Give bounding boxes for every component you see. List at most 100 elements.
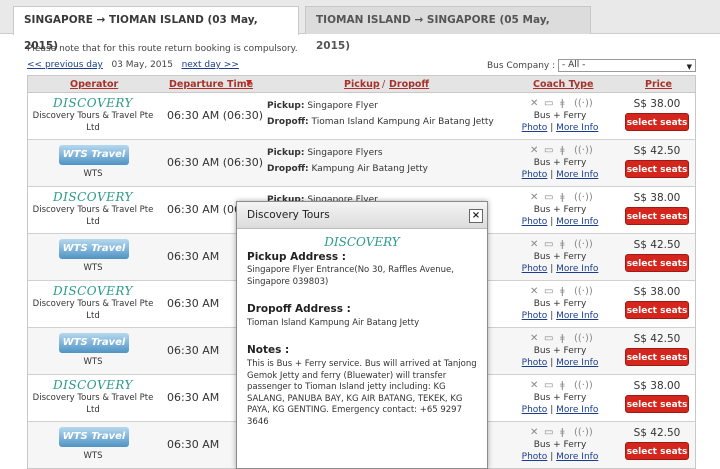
more-info-link[interactable]: More Info (556, 358, 598, 368)
more-info-link[interactable]: More Info (556, 311, 598, 321)
amenity-icons: ✕ ▭ ǂ ((·)) (530, 427, 596, 439)
header-operator[interactable]: Operator (70, 79, 118, 90)
wifi-icon: ((·)) (574, 333, 593, 344)
select-seats-button[interactable]: select seats (625, 442, 689, 460)
header-departure[interactable]: Departure Time (169, 79, 253, 90)
header-coach-type[interactable]: Coach Type (533, 79, 593, 90)
tv-icon: ▭ (544, 380, 554, 391)
operator-name: Discovery Tours & Travel Pte Ltd (32, 205, 154, 227)
price: S$ 42.50 (633, 333, 681, 345)
photo-link[interactable]: Photo (522, 405, 548, 415)
select-seats-button[interactable]: select seats (625, 348, 689, 366)
next-day-link[interactable]: next day >> (182, 60, 239, 70)
tab-outbound[interactable]: SINGAPORE → TIOMAN ISLAND (03 May, 2015) (13, 6, 299, 52)
close-icon[interactable]: × (469, 209, 483, 223)
select-seats-button[interactable]: select seats (625, 395, 689, 413)
photo-link[interactable]: Photo (522, 358, 548, 368)
tv-icon: ▭ (544, 192, 554, 203)
select-seats-button[interactable]: select seats (625, 207, 689, 225)
coach-links: Photo | More Info (518, 217, 602, 227)
pickup-line: Pickup: Singapore Flyers (267, 148, 383, 158)
table-row: DISCOVERY Discovery Tours & Travel Pte L… (28, 93, 695, 140)
departure-time: 06:30 AM (167, 438, 220, 451)
date-navigation: << previous day 03 May, 2015 next day >> (27, 60, 239, 70)
tv-icon: ▭ (544, 145, 554, 156)
power-plug-icon: ǂ (560, 427, 565, 438)
wts-logo: WTS Travel (59, 333, 129, 353)
pickup-value: Singapore Flyers (307, 148, 383, 158)
operator-name: WTS (83, 451, 103, 461)
power-plug-icon: ǂ (560, 98, 565, 109)
no-food-icon: ✕ (530, 239, 539, 250)
select-seats-button[interactable]: select seats (625, 254, 689, 272)
no-food-icon: ✕ (530, 192, 539, 203)
more-info-link[interactable]: More Info (556, 217, 598, 227)
photo-link[interactable]: Photo (522, 123, 548, 133)
tv-icon: ▭ (544, 286, 554, 297)
power-plug-icon: ǂ (560, 333, 565, 344)
coach-type: Bus + Ferry (533, 252, 587, 262)
dropoff-value: Tioman Island Kampung Air Batang Jetty (311, 117, 494, 127)
select-seats-button[interactable]: select seats (625, 160, 689, 178)
more-info-link[interactable]: More Info (556, 264, 598, 274)
photo-link[interactable]: Photo (522, 170, 548, 180)
table-header: Operator Departure Time Pickup / Dropoff… (28, 76, 695, 93)
operator-name: WTS (83, 263, 103, 273)
coach-links: Photo | More Info (518, 452, 602, 462)
bus-company-select[interactable]: - All - ▼ (558, 59, 696, 72)
select-seats-button[interactable]: select seats (625, 301, 689, 319)
departure-time: 06:30 AM (06:30) (167, 109, 263, 122)
photo-link[interactable]: Photo (522, 217, 548, 227)
operator-name: WTS (83, 357, 103, 367)
no-food-icon: ✕ (530, 427, 539, 438)
tv-icon: ▭ (544, 239, 554, 250)
wts-logo: WTS Travel (59, 427, 129, 447)
header-price[interactable]: Price (645, 79, 672, 90)
dropdown-arrow-icon: ▼ (686, 63, 692, 71)
more-info-link[interactable]: More Info (556, 452, 598, 462)
dropoff-address-text: Tioman Island Kampung Air Batang Jetty (247, 318, 420, 328)
no-food-icon: ✕ (530, 380, 539, 391)
departure-time: 06:30 AM (167, 250, 220, 263)
operator-name: Discovery Tours & Travel Pte Ltd (32, 299, 154, 321)
power-plug-icon: ǂ (560, 192, 565, 203)
coach-links: Photo | More Info (518, 170, 602, 180)
previous-day-link[interactable]: << previous day (27, 60, 103, 70)
amenity-icons: ✕ ▭ ǂ ((·)) (530, 145, 596, 157)
departure-time: 06:30 AM (167, 297, 220, 310)
amenity-icons: ✕ ▭ ǂ ((·)) (530, 286, 596, 298)
tab-return[interactable]: TIOMAN ISLAND → SINGAPORE (05 May, 2015) (305, 6, 591, 52)
operator-name: Discovery Tours & Travel Pte Ltd (32, 393, 154, 415)
dropoff-value: Kampung Air Batang Jetty (311, 164, 429, 174)
coach-type: Bus + Ferry (533, 205, 587, 215)
header-dropoff[interactable]: Dropoff (389, 79, 429, 90)
operator-name: Discovery Tours & Travel Pte Ltd (32, 111, 154, 133)
sort-desc-icon (246, 80, 252, 85)
wts-logo: WTS Travel (59, 239, 129, 259)
link-divider: | (550, 405, 554, 415)
notes-text: This is Bus + Ferry service. Bus will ar… (247, 359, 477, 427)
coach-type: Bus + Ferry (533, 346, 587, 356)
discovery-logo: DISCOVERY (324, 235, 400, 249)
coach-links: Photo | More Info (518, 123, 602, 133)
price: S$ 38.00 (633, 286, 681, 298)
wifi-icon: ((·)) (574, 427, 593, 438)
photo-link[interactable]: Photo (522, 452, 548, 462)
bus-company-value: - All - (562, 60, 586, 70)
wifi-icon: ((·)) (574, 98, 593, 109)
more-info-link[interactable]: More Info (556, 405, 598, 415)
more-info-link[interactable]: More Info (556, 170, 598, 180)
link-divider: | (550, 358, 554, 368)
more-info-link[interactable]: More Info (556, 123, 598, 133)
photo-link[interactable]: Photo (522, 311, 548, 321)
select-seats-button[interactable]: select seats (625, 113, 689, 131)
popup-header: Discovery Tours × (237, 202, 487, 229)
wifi-icon: ((·)) (574, 286, 593, 297)
link-divider: | (550, 123, 554, 133)
photo-link[interactable]: Photo (522, 264, 548, 274)
header-pickup[interactable]: Pickup (344, 79, 380, 90)
amenity-icons: ✕ ▭ ǂ ((·)) (530, 239, 596, 251)
wifi-icon: ((·)) (574, 145, 593, 156)
coach-type: Bus + Ferry (533, 111, 587, 121)
pickup-value: Singapore Flyer (307, 101, 378, 111)
